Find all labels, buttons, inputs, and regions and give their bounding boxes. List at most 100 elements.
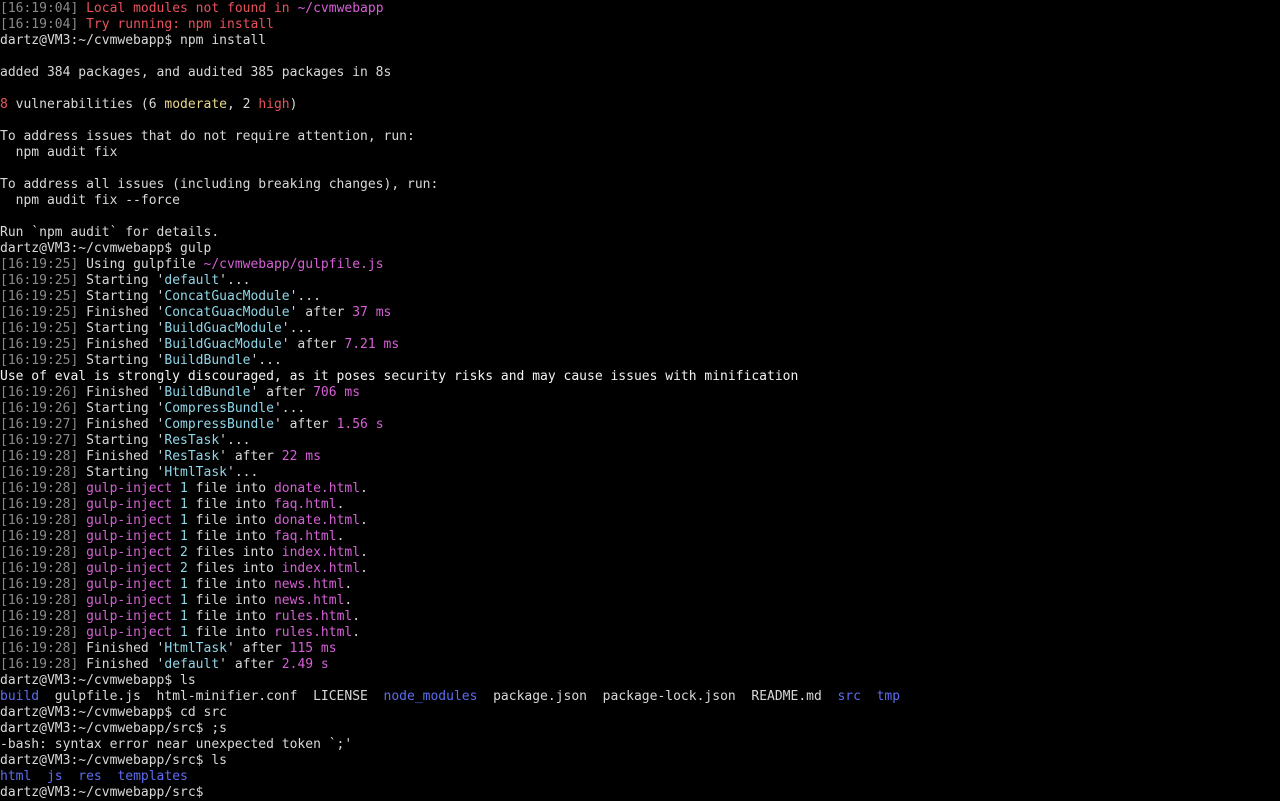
- log-line: [16:19:27] Finished 'CompressBundle' aft…: [0, 417, 1280, 433]
- line-text: Starting ': [78, 273, 165, 288]
- output-line: Use of eval is strongly discouraged, as …: [0, 369, 1280, 385]
- highlight-text: faq.html: [273, 529, 337, 544]
- line-text: [78, 481, 86, 496]
- line-text: file into: [187, 609, 274, 624]
- log-line: [16:19:26] Finished 'BuildBundle' after …: [0, 385, 1280, 401]
- line-text: file into: [187, 593, 274, 608]
- log-line: [16:19:28] gulp-inject 2 files into inde…: [0, 561, 1280, 577]
- highlight-text: 2.49 s: [281, 657, 329, 672]
- error-text: 8: [0, 97, 8, 112]
- command-line: dartz@VM3:~/cvmwebapp$ gulp: [0, 241, 1280, 257]
- line-text: ): [289, 97, 298, 112]
- output-line: 8 vulnerabilities (6 moderate, 2 high): [0, 97, 1280, 113]
- highlight-text: news.html: [273, 577, 345, 592]
- line-text: ' after: [219, 449, 282, 464]
- log-line: [16:19:28] gulp-inject 1 file into rules…: [0, 609, 1280, 625]
- log-line: [16:19:04] Local modules not found in ~/…: [0, 1, 1280, 17]
- line-text: .: [352, 625, 361, 640]
- log-line: [16:19:27] Starting 'ResTask'...: [0, 433, 1280, 449]
- timestamp: [16:19:25]: [0, 353, 79, 368]
- line-text: [78, 577, 86, 592]
- line-text: '...: [219, 273, 251, 288]
- line-text: Finished ': [78, 657, 165, 672]
- timestamp: [16:19:28]: [0, 513, 79, 528]
- line-text: .: [360, 481, 368, 496]
- terminal-window[interactable]: [16:19:04] Local modules not found in ~/…: [0, 0, 1280, 800]
- error-text: Local modules not found in: [86, 1, 298, 16]
- timestamp: [16:19:28]: [0, 593, 79, 608]
- line-text: .: [336, 497, 345, 512]
- line-text: [172, 497, 180, 512]
- line-text: .: [344, 577, 353, 592]
- output-line: added 384 packages, and audited 385 pack…: [0, 65, 1280, 81]
- task-name: BuildBundle: [164, 353, 251, 368]
- line-text: [78, 17, 86, 32]
- line-text: '...: [227, 465, 259, 480]
- line-text: ' after: [250, 385, 314, 400]
- highlight-text: rules.html: [273, 609, 353, 624]
- timestamp: [16:19:28]: [0, 561, 79, 576]
- error-text: high: [258, 97, 290, 112]
- highlight-text: ~/cvmwebapp: [297, 1, 384, 16]
- output-line: To address all issues (including breakin…: [0, 177, 1280, 193]
- line-text: [172, 513, 180, 528]
- line-text: vulnerabilities (6: [7, 97, 165, 112]
- task-name: CompressBundle: [164, 401, 274, 416]
- directory-name: templates: [117, 769, 188, 784]
- line-text: [78, 625, 86, 640]
- line-text: [78, 609, 86, 624]
- timestamp: [16:19:28]: [0, 641, 79, 656]
- highlight-text: news.html: [273, 593, 345, 608]
- line-text: -bash: syntax error near unexpected toke…: [0, 737, 353, 752]
- line-text: file into: [187, 577, 274, 592]
- timestamp: [16:19:28]: [0, 657, 79, 672]
- task-name: 2: [180, 545, 188, 560]
- line-text: [172, 545, 180, 560]
- highlight-text: 706 ms: [313, 385, 361, 400]
- timestamp: [16:19:28]: [0, 577, 79, 592]
- line-text: Using gulpfile: [78, 257, 204, 272]
- line-text: [172, 529, 180, 544]
- directory-name: build: [0, 689, 40, 704]
- line-text: file into: [187, 481, 274, 496]
- line-text: '...: [289, 289, 321, 304]
- task-name: 1: [180, 593, 188, 608]
- highlight-text: ~/cvmwebapp/gulpfile.js: [203, 257, 384, 272]
- line-text: ' after: [281, 337, 345, 352]
- line-text: file into: [187, 529, 274, 544]
- task-name: 1: [180, 513, 188, 528]
- task-name: ResTask: [164, 449, 220, 464]
- highlight-text: gulp-inject: [86, 625, 173, 640]
- timestamp: [16:19:04]: [0, 1, 79, 16]
- task-name: CompressBundle: [164, 417, 274, 432]
- line-text: Finished ': [78, 417, 165, 432]
- log-line: [16:19:28] Finished 'HtmlTask' after 115…: [0, 641, 1280, 657]
- line-text: ' after: [289, 305, 353, 320]
- task-name: BuildGuacModule: [164, 337, 282, 352]
- timestamp: [16:19:28]: [0, 449, 79, 464]
- highlight-text: 115 ms: [289, 641, 337, 656]
- line-text: '...: [281, 321, 314, 336]
- timestamp: [16:19:25]: [0, 321, 79, 336]
- highlight-text: gulp-inject: [86, 577, 173, 592]
- line-text: .: [360, 513, 368, 528]
- line-text: Use of eval is strongly discouraged, as …: [0, 369, 799, 384]
- timestamp: [16:19:27]: [0, 433, 79, 448]
- log-line: [16:19:04] Try running: npm install: [0, 17, 1280, 33]
- highlight-text: index.html: [281, 561, 361, 576]
- task-name: 2: [180, 561, 188, 576]
- highlight-text: gulp-inject: [86, 545, 173, 560]
- log-line: [16:19:28] gulp-inject 2 files into inde…: [0, 545, 1280, 561]
- line-text: gulpfile.js html-minifier.conf LICENSE: [39, 689, 384, 704]
- line-text: Run `npm audit` for details.: [0, 225, 220, 240]
- command-line: dartz@VM3:~/cvmwebapp/src$ ;s: [0, 721, 1280, 737]
- log-line: [16:19:26] Starting 'CompressBundle'...: [0, 401, 1280, 417]
- directory-listing-line: build gulpfile.js html-minifier.conf LIC…: [0, 689, 1280, 705]
- log-line: [16:19:28] Starting 'HtmlTask'...: [0, 465, 1280, 481]
- line-text: Starting ': [78, 401, 165, 416]
- task-name: 1: [180, 625, 188, 640]
- line-text: file into: [187, 513, 274, 528]
- highlight-text: gulp-inject: [86, 609, 173, 624]
- line-text: Starting ': [78, 321, 165, 336]
- log-line: [16:19:28] gulp-inject 1 file into donat…: [0, 513, 1280, 529]
